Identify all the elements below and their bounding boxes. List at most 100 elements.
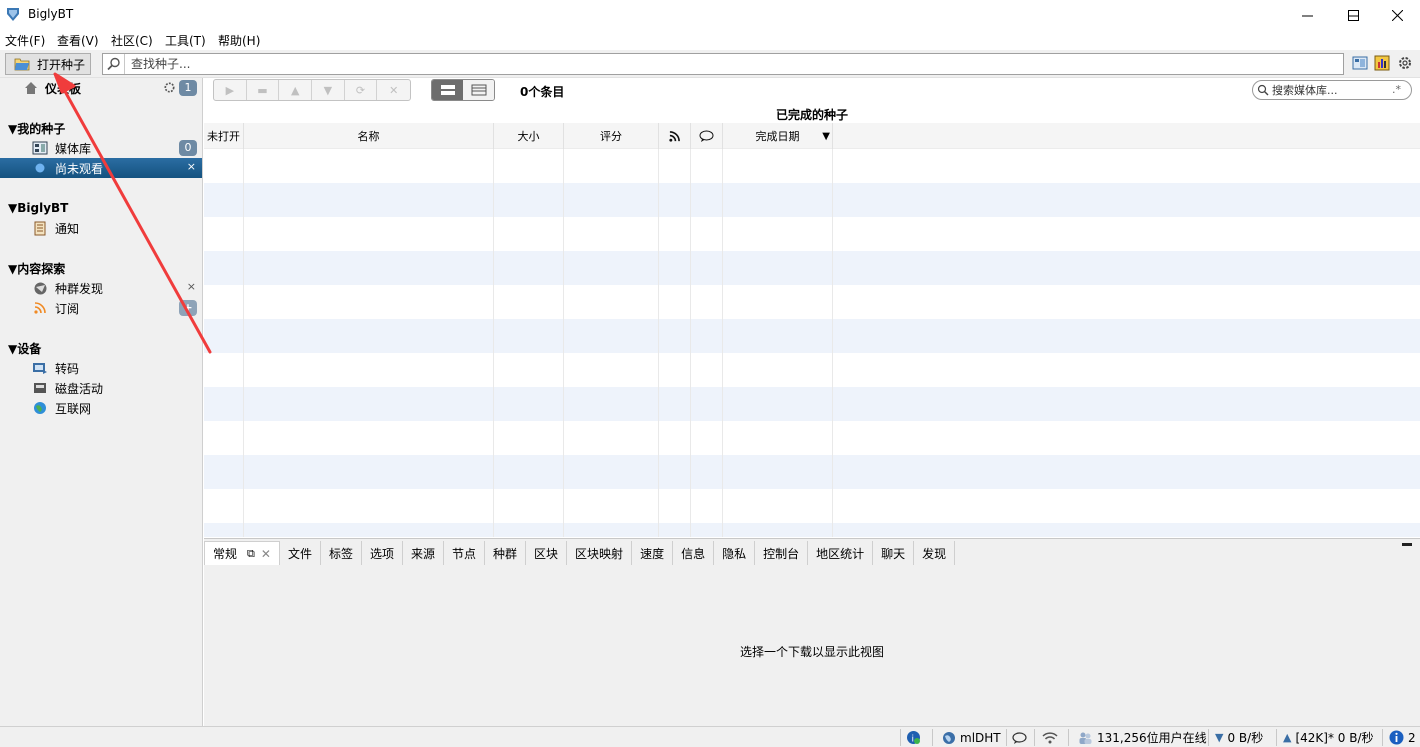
tab-files[interactable]: 文件: [279, 541, 321, 565]
tab-sources[interactable]: 来源: [402, 541, 444, 565]
play-icon: ▶: [225, 83, 235, 97]
menu-community[interactable]: 社区(C): [111, 32, 153, 49]
popout-icon[interactable]: ⧉: [247, 547, 255, 561]
remove-button[interactable]: ✕: [377, 80, 410, 100]
tab-peers[interactable]: 节点: [444, 541, 486, 565]
column-divider: [243, 149, 244, 537]
start-button[interactable]: ▶: [214, 80, 247, 100]
toolbar: 打开种子: [0, 50, 1420, 78]
menu-help[interactable]: 帮助(H): [218, 32, 260, 49]
tab-discovery[interactable]: 发现: [914, 541, 956, 565]
move-up-button[interactable]: ▲: [279, 80, 313, 100]
gear-icon[interactable]: [163, 81, 176, 94]
stats-icon[interactable]: [1374, 55, 1390, 71]
open-folder-icon: [14, 58, 30, 71]
stop-button[interactable]: ▬: [247, 80, 280, 100]
gear-icon[interactable]: [1397, 55, 1413, 71]
menu-tools[interactable]: 工具(T): [165, 32, 206, 49]
close-icon[interactable]: ×: [187, 280, 196, 293]
sidebar-item-library[interactable]: 媒体库 0: [0, 138, 202, 158]
column-divider: [832, 149, 833, 537]
upload-speed-status[interactable]: ▲ [42K]* 0 B/秒: [1283, 729, 1374, 746]
sidebar-section-my-torrents[interactable]: ▼我的种子: [0, 118, 202, 138]
add-subscription-button[interactable]: +: [179, 300, 197, 316]
sidebar-section-discovery[interactable]: ▼内容探索: [0, 258, 202, 278]
tab-console[interactable]: 控制台: [755, 541, 809, 565]
menu-file[interactable]: 文件(F): [5, 32, 45, 49]
tab-tags[interactable]: 标签: [320, 541, 362, 565]
dht-status[interactable]: mlDHT: [942, 729, 1001, 746]
table-row: [204, 251, 1420, 285]
status-separator: [900, 729, 901, 746]
close-window-button[interactable]: [1374, 0, 1420, 30]
column-size[interactable]: 大小: [494, 123, 564, 149]
info-status[interactable]: 2: [1389, 729, 1416, 746]
sidebar-item-internet[interactable]: 互联网: [0, 398, 202, 418]
sidebar-item-swarm-discovery[interactable]: 种群发现 ×: [0, 278, 202, 298]
download-speed-status[interactable]: ▼ 0 B/秒: [1215, 729, 1263, 746]
tab-privacy[interactable]: 隐私: [714, 541, 756, 565]
tab-general[interactable]: 常规 ⧉ ✕: [204, 541, 280, 565]
users-online-status[interactable]: 131,256位用户在线: [1078, 729, 1207, 746]
chat-status[interactable]: [1012, 729, 1027, 746]
media-library-search[interactable]: 搜索媒体库... .*: [1252, 80, 1412, 100]
arrow-up-icon: ▲: [290, 83, 300, 97]
layout-icon[interactable]: [1352, 55, 1368, 71]
column-divider: [493, 149, 494, 537]
search-icon: [1257, 84, 1269, 96]
torrent-search-box[interactable]: [102, 53, 1344, 75]
sidebar-item-label: 仪表板: [45, 81, 82, 96]
sidebar-section-devices[interactable]: ▼设备: [0, 338, 202, 358]
column-completed-date[interactable]: 完成日期 ▼: [723, 123, 833, 149]
tab-options[interactable]: 选项: [361, 541, 403, 565]
connection-status[interactable]: [1042, 729, 1058, 746]
info-count: 2: [1408, 730, 1416, 745]
sidebar-item-label: 通知: [55, 221, 80, 236]
column-comments[interactable]: [691, 123, 723, 149]
sidebar-item-label: 媒体库: [55, 141, 92, 156]
minimize-window-button-2[interactable]: [1284, 0, 1330, 30]
status-separator: [1034, 729, 1035, 746]
simple-view-button[interactable]: [463, 80, 494, 100]
column-rss[interactable]: [659, 123, 691, 149]
arrow-down-icon: ▼: [323, 83, 333, 97]
sidebar-item-unwatched[interactable]: 尚未观看 ×: [0, 158, 202, 178]
sidebar-item-label: 转码: [55, 361, 80, 376]
table-row: [204, 387, 1420, 421]
tab-pieces[interactable]: 区块: [526, 541, 568, 565]
torrent-search-input[interactable]: [131, 54, 1331, 74]
column-unopened[interactable]: 未打开: [204, 123, 244, 149]
tab-chat[interactable]: 聊天: [873, 541, 915, 565]
column-divider: [690, 149, 691, 537]
tab-info[interactable]: 信息: [673, 541, 715, 565]
move-down-button[interactable]: ▼: [312, 80, 345, 100]
sidebar-item-disk-activity[interactable]: 磁盘活动: [0, 378, 202, 398]
refresh-button[interactable]: ⟳: [345, 80, 378, 100]
sidebar-item-notifications[interactable]: 通知: [0, 218, 202, 238]
open-torrent-button[interactable]: 打开种子: [5, 53, 91, 75]
search-icon[interactable]: [103, 54, 125, 74]
minimize-panel-button[interactable]: [1402, 543, 1412, 546]
sidebar-item-dashboard[interactable]: 仪表板 1: [0, 78, 202, 98]
close-icon[interactable]: ×: [187, 160, 196, 173]
column-rating[interactable]: 评分: [564, 123, 659, 149]
column-name[interactable]: 名称: [244, 123, 494, 149]
status-separator: [1006, 729, 1007, 746]
detailed-view-button[interactable]: [432, 80, 463, 100]
network-status-icon: i: [907, 731, 920, 745]
regex-icon[interactable]: .*: [1392, 83, 1401, 96]
tab-geo-stats[interactable]: 地区统计: [808, 541, 874, 565]
sidebar-section-biglybt[interactable]: ▼BiglyBT: [0, 198, 202, 218]
table-header: 未打开 名称 大小 评分 完成日期 ▼: [204, 123, 1420, 149]
network-status[interactable]: i: [906, 729, 921, 746]
menu-view[interactable]: 查看(V): [57, 32, 99, 49]
tab-swarm[interactable]: 种群: [485, 541, 527, 565]
tab-speed[interactable]: 速度: [632, 541, 674, 565]
close-icon[interactable]: ✕: [261, 547, 271, 561]
maximize-window-button[interactable]: [1330, 0, 1376, 30]
table-row: [204, 319, 1420, 353]
sidebar-item-label: 种群发现: [55, 281, 104, 296]
tab-piece-map[interactable]: 区块映射: [567, 541, 633, 565]
sidebar-item-subscriptions[interactable]: 订阅 +: [0, 298, 202, 318]
sidebar-item-transcode[interactable]: 转码: [0, 358, 202, 378]
